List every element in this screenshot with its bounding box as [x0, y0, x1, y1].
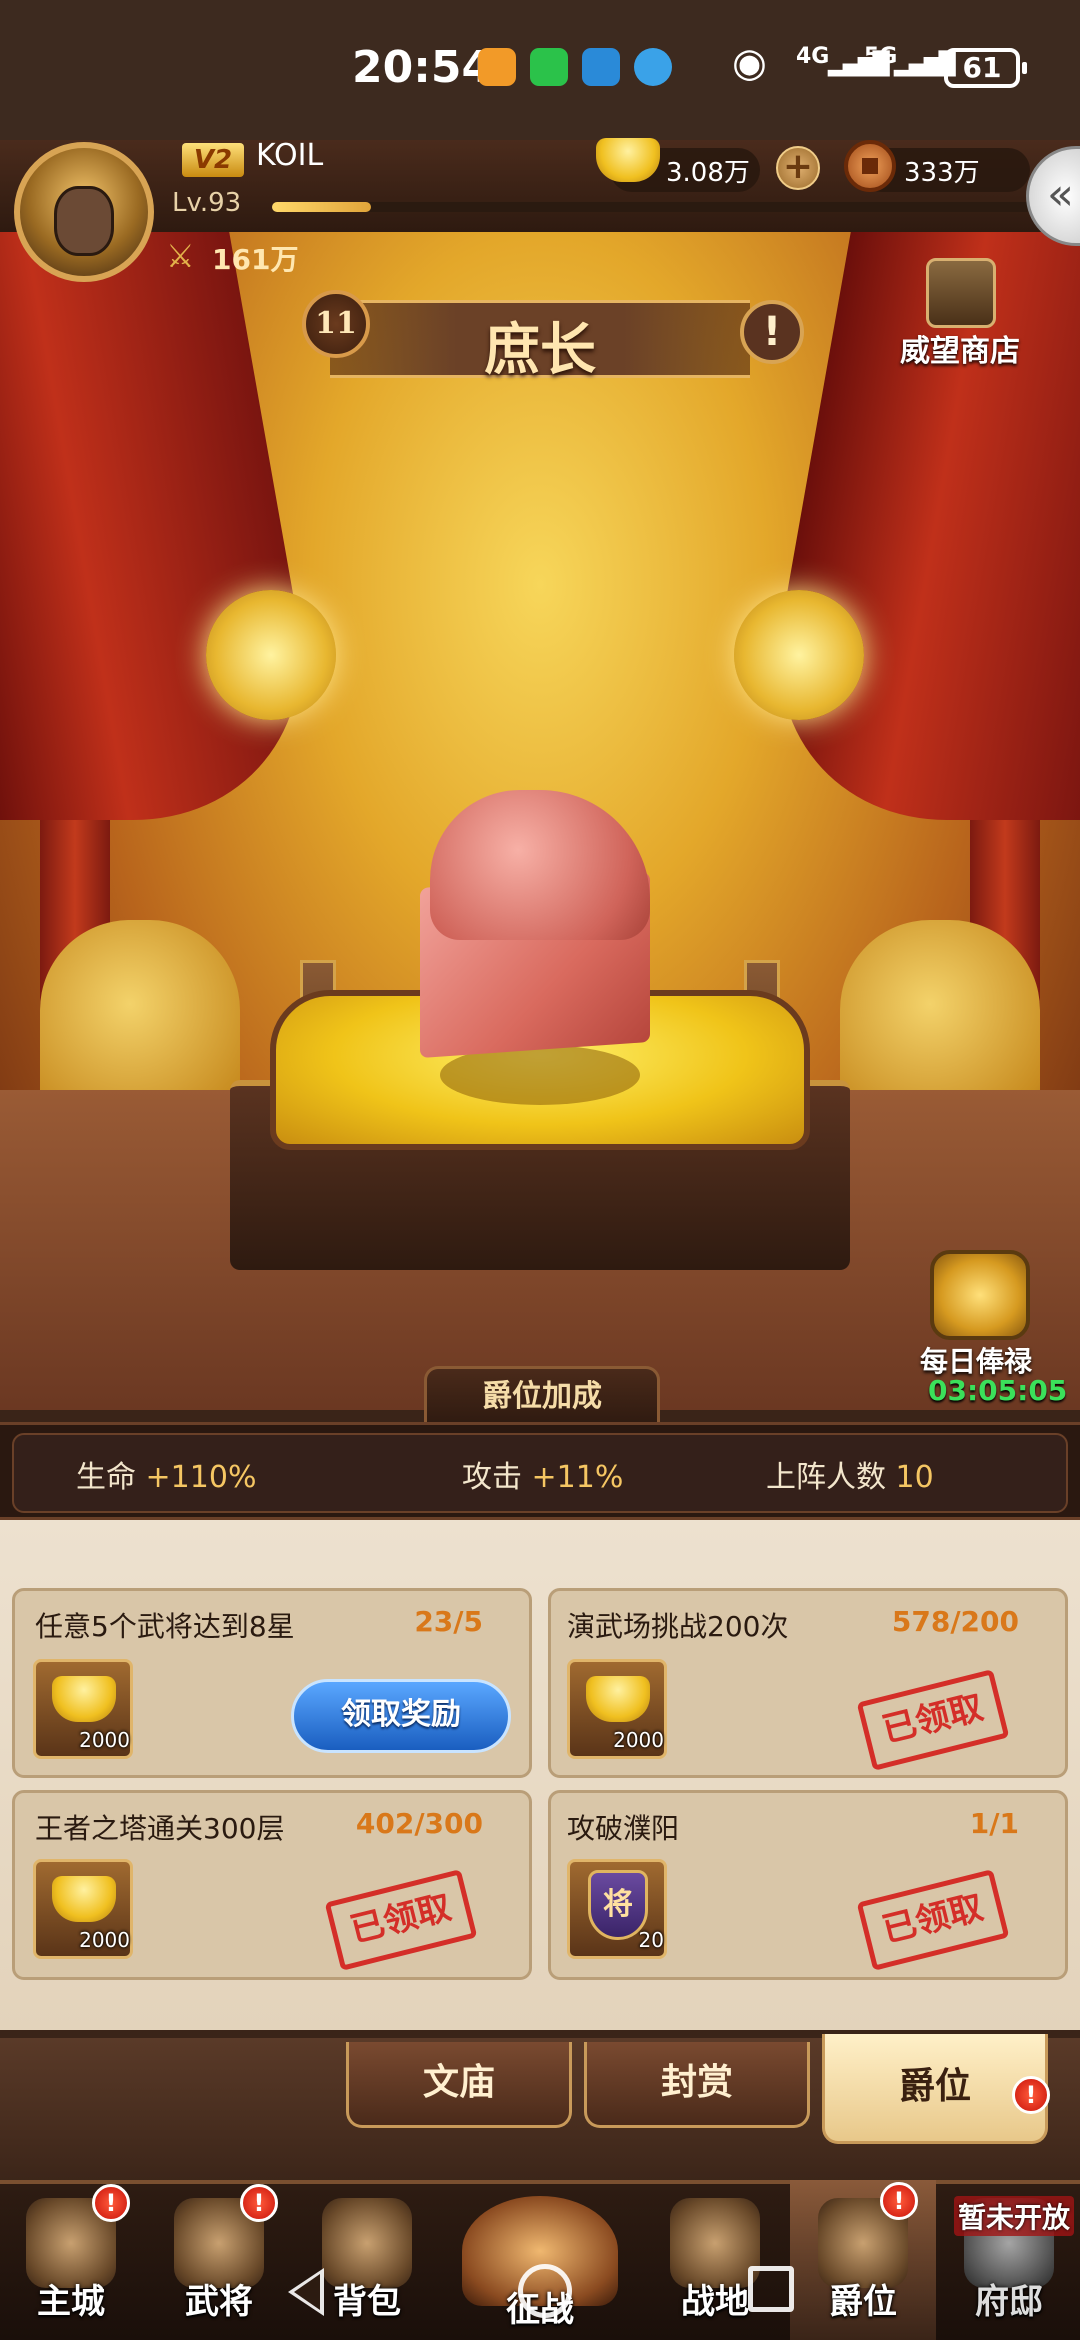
general-token-reward-icon[interactable]: 将 20: [567, 1859, 667, 1959]
app-notification-icon: [582, 48, 620, 86]
daily-salary-timer: 03:05:05: [928, 1374, 1068, 1407]
notification-dot: !: [240, 2184, 278, 2222]
tab-rewards[interactable]: 封赏: [584, 2042, 810, 2128]
nav-label: 武将: [185, 2282, 253, 2322]
wechat-icon: [530, 48, 568, 86]
bonus-team-value: 10: [895, 1460, 934, 1495]
add-gold-button[interactable]: +: [776, 146, 820, 190]
nav-main-city[interactable]: 主城 !: [6, 2184, 136, 2330]
task-title: 演武场挑战200次: [567, 1610, 789, 1643]
task-progress: 1/1: [969, 1807, 1019, 1840]
curtain: [0, 220, 333, 820]
nav-label: 主城: [37, 2282, 105, 2322]
task-progress: 23/5: [414, 1605, 483, 1638]
browser-icon: [634, 48, 672, 86]
rank-info-button[interactable]: !: [740, 300, 804, 364]
task-card: 演武场挑战200次 578/200 2000 已领取: [548, 1588, 1068, 1778]
rank-bonus-tab: 爵位加成: [424, 1366, 660, 1426]
gold-ingot-shape: [586, 1676, 650, 1722]
bonus-team-label: 上阵人数: [766, 1460, 886, 1495]
claimed-stamp: 已领取: [856, 1669, 1010, 1771]
notification-dot: !: [880, 2182, 918, 2220]
gold-ingot-reward-icon[interactable]: 2000: [33, 1859, 133, 1959]
vip-badge[interactable]: V2: [182, 143, 244, 177]
gold-ingot-reward-icon[interactable]: 2000: [33, 1659, 133, 1759]
network-4g-label: 4G: [796, 44, 830, 69]
status-bar: 20:54 ◉ 4G ▂▄▆█ 5G ▂▄▆█ 61: [0, 0, 1080, 140]
prestige-shop-label[interactable]: 威望商店: [900, 326, 1020, 370]
combat-power: 161万: [212, 243, 299, 276]
task-progress: 578/200: [891, 1605, 1019, 1638]
system-recent-apps-icon[interactable]: [748, 2266, 794, 2312]
reward-count: 2000: [79, 1928, 130, 1952]
gold-ingot-shape: [52, 1676, 116, 1722]
notification-dot: !: [92, 2184, 130, 2222]
gold-amount: 3.08万: [666, 158, 750, 188]
system-home-icon[interactable]: [518, 2264, 572, 2318]
eye-comfort-icon: ◉: [732, 40, 767, 86]
player-name: KOIL: [256, 138, 324, 173]
gold-ingot-icon: [596, 138, 660, 186]
battery-icon: 61: [944, 48, 1027, 88]
network-5g-label: 5G: [864, 44, 898, 69]
notification-dot: !: [1012, 2076, 1050, 2114]
task-title: 王者之塔通关300层: [35, 1812, 285, 1845]
task-title: 攻破濮阳: [567, 1812, 680, 1845]
task-progress: 402/300: [355, 1807, 483, 1840]
bonus-hp-value: +110%: [145, 1460, 257, 1495]
coin-amount: 333万: [904, 158, 980, 188]
reward-count: 2000: [79, 1728, 130, 1752]
copper-coin-icon: [844, 140, 896, 192]
task-card: 攻破濮阳 1/1 将 20 已领取: [548, 1790, 1068, 1980]
avatar-face: [54, 186, 114, 256]
player-level: Lv.93: [172, 188, 242, 218]
curtain: [747, 220, 1080, 820]
status-time: 20:54: [352, 42, 493, 93]
prestige-shop-icon[interactable]: [926, 258, 996, 328]
exp-bar-fill: [272, 202, 371, 212]
golden-disc-ornament: [206, 590, 336, 720]
nav-label: 爵位: [829, 2282, 897, 2322]
app-notification-icon: [478, 48, 516, 86]
crossed-swords-icon: ⚔: [166, 237, 195, 275]
claim-reward-button[interactable]: 领取奖励: [291, 1679, 511, 1753]
nav-label: 府邸: [975, 2282, 1043, 2322]
exp-bar: [272, 202, 1032, 212]
bonus-attack-value: +11%: [531, 1460, 624, 1495]
rank-level-badge: 11: [302, 290, 370, 358]
task-card: 任意5个武将达到8星 23/5 2000 领取奖励: [12, 1588, 532, 1778]
treasure-chest-icon[interactable]: [930, 1250, 1030, 1340]
task-card: 王者之塔通关300层 402/300 2000 已领取: [12, 1790, 532, 1980]
player-avatar[interactable]: [14, 142, 154, 282]
bonus-attack: 攻击 +11%: [462, 1452, 623, 1496]
tab-temple[interactable]: 文庙: [346, 2042, 572, 2128]
nav-rank[interactable]: 爵位 !: [798, 2182, 928, 2330]
not-yet-open-label: 暂未开放: [954, 2196, 1075, 2236]
gold-ingot-shape: [52, 1876, 116, 1922]
system-back-icon[interactable]: [288, 2268, 324, 2316]
bonus-hp-label: 生命: [76, 1460, 136, 1495]
reward-count: 20: [638, 1928, 664, 1952]
bonus-team-size: 上阵人数 10: [766, 1452, 934, 1496]
gold-ingot-reward-icon[interactable]: 2000: [567, 1659, 667, 1759]
gold-ingot-shape: [596, 138, 660, 182]
golden-disc-ornament: [734, 590, 864, 720]
bonus-hp: 生命 +110%: [76, 1452, 256, 1496]
nav-generals[interactable]: 武将 !: [154, 2184, 284, 2330]
task-title: 任意5个武将达到8星: [35, 1610, 295, 1643]
bonus-attack-label: 攻击: [462, 1460, 522, 1495]
claimed-stamp: 已领取: [324, 1869, 478, 1971]
claimed-stamp: 已领取: [856, 1869, 1010, 1971]
reward-count: 2000: [613, 1728, 664, 1752]
rank-title: 庶长: [484, 317, 596, 383]
